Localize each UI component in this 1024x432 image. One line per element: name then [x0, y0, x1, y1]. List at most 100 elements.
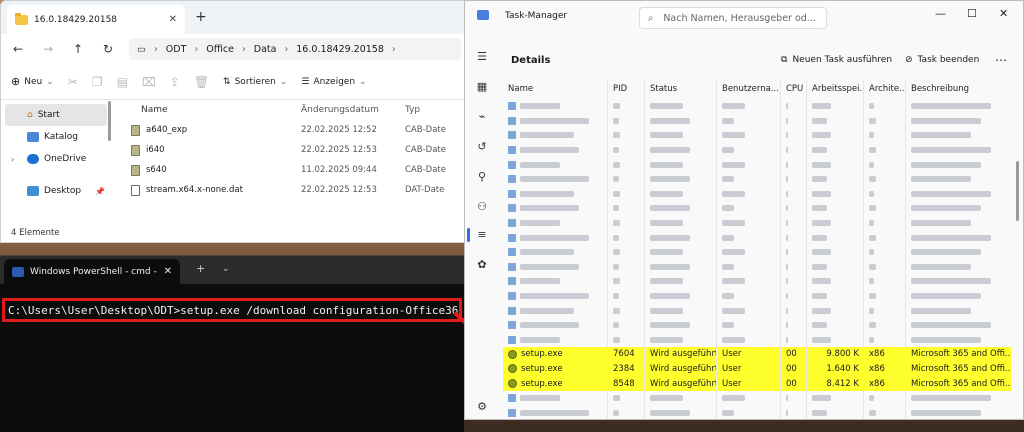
new-tab-icon[interactable]: +	[195, 9, 207, 25]
share-icon[interactable]: ⇪	[170, 75, 180, 89]
close-icon[interactable]: ✕	[169, 14, 177, 25]
redacted-text	[869, 176, 877, 183]
explorer-tab[interactable]: 16.0.18429.20158 ✕	[7, 5, 185, 34]
refresh-icon[interactable]: ↻	[99, 42, 117, 56]
table-row-redacted[interactable]	[503, 274, 1011, 289]
table-row-redacted[interactable]	[503, 186, 1011, 202]
settings-icon[interactable]: ⚙	[474, 399, 490, 415]
column-type[interactable]: Typ	[399, 105, 469, 115]
redacted-text	[613, 190, 621, 197]
paste-icon[interactable]: ▤	[117, 75, 128, 89]
table-row-redacted[interactable]	[503, 157, 1011, 172]
chevron-right-icon[interactable]: ›	[11, 155, 14, 164]
table-row-redacted[interactable]	[503, 303, 1011, 318]
command-bar: ⊕ Neu ⌄ ✂ ❐ ▤ ⌧ ⇪ 🗑 ⇅ Sortieren ⌄ ☰ Anzeigen ⌄	[1, 64, 469, 100]
more-options-icon[interactable]: ⋯	[995, 53, 1007, 67]
breadcrumb[interactable]: ▭ › ODT › Office › Data › 16.0.18429.201…	[129, 38, 461, 60]
run-new-task-button[interactable]: ⧉ Neuen Task ausführen	[781, 55, 892, 65]
app-history-icon[interactable]: ↺	[474, 139, 490, 155]
table-row-redacted[interactable]	[503, 128, 1011, 143]
column-name[interactable]: Name	[113, 105, 293, 115]
breadcrumb-item[interactable]: Office	[206, 44, 234, 55]
redacted-text	[786, 161, 788, 168]
redacted-text	[613, 161, 621, 168]
column-description[interactable]: Beschreibung	[906, 79, 1011, 99]
close-icon[interactable]: ✕	[164, 266, 172, 277]
column-user[interactable]: Benutzerna...	[717, 79, 781, 99]
column-memory[interactable]: Arbeitsspei...	[807, 79, 864, 99]
breadcrumb-item[interactable]: ODT	[166, 44, 187, 55]
minimize-icon[interactable]: —	[935, 7, 946, 20]
column-architecture[interactable]: Archite...	[864, 79, 906, 99]
column-cpu[interactable]: CPU	[781, 79, 807, 99]
terminal-command: C:\Users\User\Desktop\ODT>setup.exe /dow…	[8, 303, 462, 317]
view-button[interactable]: ☰ Anzeigen ⌄	[301, 77, 366, 87]
table-row-redacted[interactable]	[503, 288, 1011, 304]
close-icon[interactable]: ✕	[999, 7, 1008, 20]
redacted-text	[613, 249, 621, 256]
column-date[interactable]: Änderungsdatum	[293, 105, 399, 115]
sidebar-item-desktop[interactable]: Desktop 📌	[1, 180, 111, 202]
table-row-redacted[interactable]	[503, 142, 1011, 158]
table-row-redacted[interactable]	[503, 171, 1011, 187]
rename-icon[interactable]: ⌧	[142, 75, 156, 89]
search-input[interactable]: ⌕ Nach Namen, Herausgeber od...	[639, 7, 827, 29]
table-row-highlighted[interactable]: setup.exe 7604 Wird ausgeführt User 00 9…	[503, 347, 1011, 362]
new-button[interactable]: ⊕ Neu ⌄	[11, 75, 54, 88]
list-item[interactable]: a640_exp 22.02.2025 12:52 CAB-Date	[113, 120, 469, 140]
table-row-redacted[interactable]	[503, 99, 1011, 114]
process-icon	[508, 233, 516, 242]
services-icon[interactable]: ✿	[474, 257, 490, 273]
table-row-highlighted[interactable]: setup.exe 2384 Wird ausgeführt User 00 1…	[503, 361, 1011, 377]
table-row-redacted[interactable]	[503, 332, 1011, 348]
redacted-text	[722, 409, 734, 416]
table-row-redacted[interactable]	[503, 230, 1011, 245]
list-item[interactable]: i640 22.02.2025 12:53 CAB-Date	[113, 140, 469, 160]
table-scrollbar[interactable]	[1016, 161, 1019, 221]
users-icon[interactable]: ⚇	[474, 199, 490, 215]
table-row-redacted[interactable]	[503, 244, 1011, 260]
delete-icon[interactable]: 🗑	[194, 75, 209, 89]
maximize-icon[interactable]: ☐	[967, 7, 977, 20]
menu-icon[interactable]: ☰	[474, 49, 490, 65]
new-tab-icon[interactable]: +	[196, 262, 205, 275]
copy-icon[interactable]: ❐	[92, 75, 103, 89]
back-icon[interactable]: ←	[9, 42, 27, 56]
redacted-text	[520, 220, 560, 227]
redacted-text	[812, 234, 828, 241]
up-icon[interactable]: ↑	[69, 42, 87, 56]
sidebar-item-onedrive[interactable]: › OneDrive	[1, 148, 111, 170]
table-row-redacted[interactable]	[503, 201, 1011, 216]
startup-icon[interactable]: ⚲	[474, 169, 490, 185]
column-status[interactable]: Status	[645, 79, 717, 99]
table-row-redacted[interactable]	[503, 215, 1011, 231]
table-row-highlighted[interactable]: setup.exe 8548 Wird ausgeführt User 00 8…	[503, 376, 1011, 391]
sidebar-item-katalog[interactable]: Katalog	[1, 126, 111, 148]
navigation-scrollbar[interactable]	[108, 101, 111, 141]
breadcrumb-item[interactable]: Data	[254, 44, 277, 55]
redacted-text	[786, 190, 788, 197]
details-icon[interactable]: ≡	[474, 227, 490, 243]
table-row-redacted[interactable]	[503, 390, 1011, 406]
terminal-tab[interactable]: Windows PowerShell - cmd - ✕	[4, 259, 180, 284]
end-task-button[interactable]: ⊘ Task beenden	[905, 55, 979, 65]
redacted-text	[786, 395, 788, 402]
sort-button[interactable]: ⇅ Sortieren ⌄	[223, 77, 287, 87]
chevron-down-icon[interactable]: ⌄	[222, 264, 230, 274]
table-row-redacted[interactable]	[503, 405, 1011, 419]
command-line-highlight[interactable]: C:\Users\User\Desktop\ODT>setup.exe /dow…	[2, 298, 462, 322]
table-row-redacted[interactable]	[503, 317, 1011, 333]
column-pid[interactable]: PID	[608, 79, 645, 99]
list-item[interactable]: stream.x64.x-none.dat 22.02.2025 12:53 D…	[113, 180, 469, 200]
forward-icon[interactable]: →	[39, 42, 57, 56]
sidebar-item-start[interactable]: ⌂ Start	[5, 104, 107, 126]
breadcrumb-item[interactable]: 16.0.18429.20158	[296, 44, 384, 55]
column-name[interactable]: Name	[503, 79, 608, 99]
performance-icon[interactable]: ⌁	[474, 109, 490, 125]
cut-icon[interactable]: ✂	[68, 75, 78, 89]
processes-icon[interactable]: ▦	[474, 79, 490, 95]
table-row-redacted[interactable]	[503, 259, 1011, 275]
list-item[interactable]: s640 11.02.2025 09:44 CAB-Date	[113, 160, 469, 180]
table-row-redacted[interactable]	[503, 113, 1011, 129]
redacted-text	[812, 249, 832, 256]
